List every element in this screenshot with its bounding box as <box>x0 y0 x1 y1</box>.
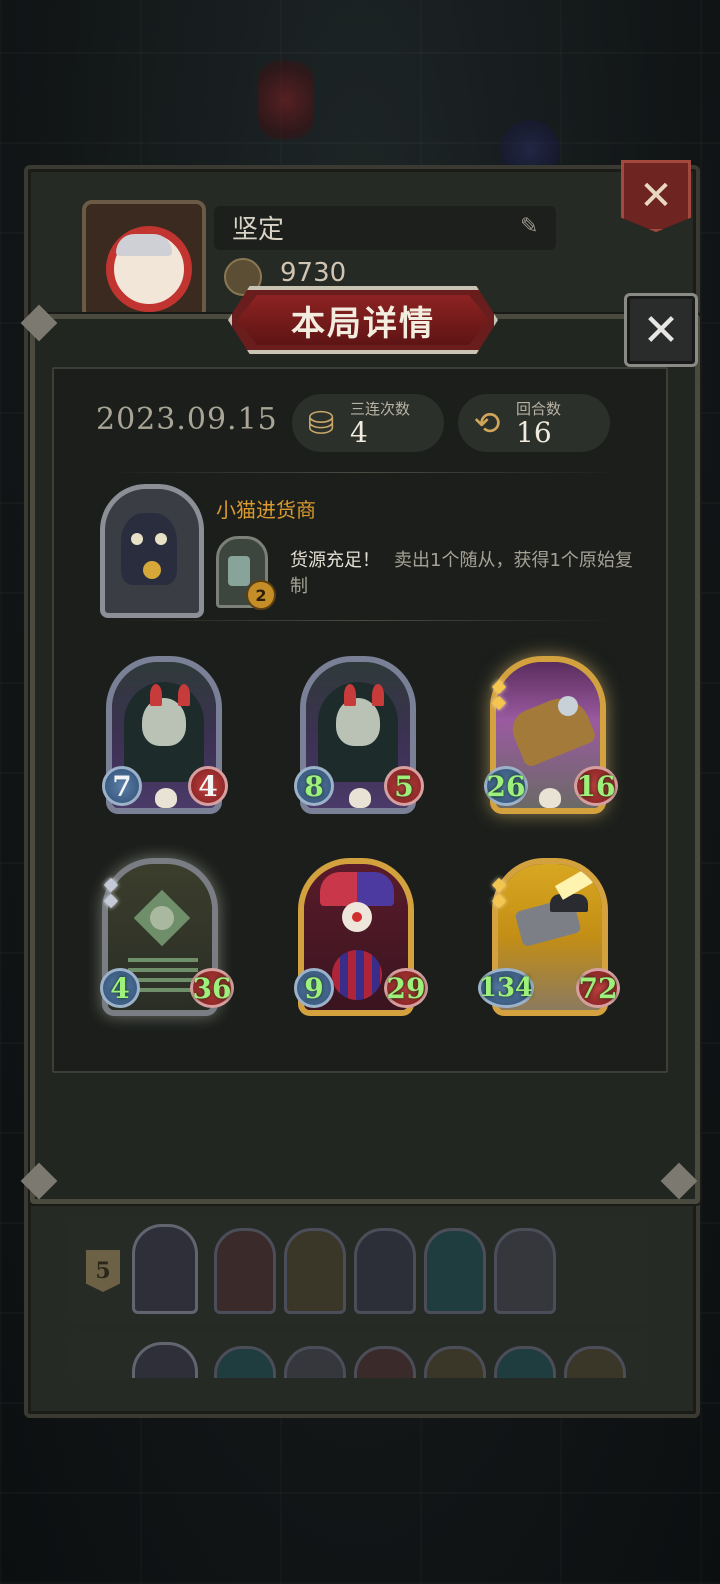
art-body <box>332 950 382 1000</box>
art-horn <box>344 684 356 706</box>
hero-name: 小猫进货商 <box>216 498 316 522</box>
history-minion <box>564 1346 626 1378</box>
attack-badge: 134 <box>478 968 534 1008</box>
history-minion <box>214 1228 276 1314</box>
history-minion <box>284 1346 346 1378</box>
match-date: 2023.09.15 <box>96 402 278 437</box>
hero-power-title: 货源充足！ <box>290 550 380 571</box>
health-badge: 5 <box>384 766 424 806</box>
tier-badge: 5 <box>86 1250 120 1292</box>
hero-cat-eye <box>155 533 167 545</box>
attack-badge: 26 <box>484 766 528 806</box>
hero-power-description: 卖出1个随从，获得1个原始复 <box>394 550 633 571</box>
profile-close-button[interactable]: ✕ <box>621 160 691 232</box>
history-minion <box>354 1346 416 1378</box>
modal-close-button[interactable]: ✕ <box>624 293 698 367</box>
hero-cat-eye <box>131 533 143 545</box>
hero-portrait[interactable] <box>100 484 204 618</box>
player-name: 坚定 <box>232 215 285 245</box>
jar-icon <box>228 556 250 586</box>
art-gear <box>558 696 578 716</box>
history-minion <box>354 1228 416 1314</box>
art-horn <box>178 684 190 706</box>
player-avatar[interactable] <box>82 200 206 320</box>
player-coins: 9730 <box>280 258 347 288</box>
attack-badge: 4 <box>100 968 140 1008</box>
health-badge: 36 <box>190 968 234 1008</box>
triple-merge-icon: ⛁ <box>307 404 335 442</box>
history-row[interactable] <box>70 1334 648 1378</box>
stat-value: 16 <box>516 416 552 449</box>
art-horn <box>150 684 162 706</box>
attack-badge: 8 <box>294 766 334 806</box>
history-minion <box>424 1228 486 1314</box>
art-hat <box>320 872 394 906</box>
health-badge: 16 <box>574 766 618 806</box>
game-screen: ✕ 坚定 ✎ 9730 5 本局详情 ✕ 2023.09.15 ⛁ 三连次数 4… <box>0 0 720 1584</box>
divider <box>108 620 620 621</box>
history-minion <box>214 1346 276 1378</box>
stat-value: 4 <box>350 416 368 449</box>
history-hero-portrait <box>132 1224 198 1314</box>
history-row[interactable]: 5 <box>70 1216 648 1324</box>
history-minion <box>424 1346 486 1378</box>
art-nose <box>352 912 362 922</box>
skull-icon <box>539 788 561 808</box>
art-helmet <box>550 894 588 912</box>
background-lamp <box>258 60 314 140</box>
art-skull <box>150 906 174 930</box>
history-hero-portrait <box>132 1342 198 1378</box>
hero-power-description-cont: 制 <box>290 576 308 597</box>
hero-bell <box>143 561 161 579</box>
triple-count-stat: ⛁ 三连次数 4 <box>292 394 444 452</box>
avatar-hair <box>116 234 172 256</box>
skull-icon <box>349 788 371 808</box>
modal-title-ribbon: 本局详情 <box>228 286 498 354</box>
health-badge: 29 <box>384 968 428 1008</box>
attack-badge: 9 <box>294 968 334 1008</box>
health-badge: 72 <box>576 968 620 1008</box>
turn-cycle-icon: ⟲ <box>473 404 501 442</box>
hero-power-cost: 2 <box>246 580 276 610</box>
history-minion <box>494 1346 556 1378</box>
history-minion <box>284 1228 346 1314</box>
history-minion <box>494 1228 556 1314</box>
modal-title: 本局详情 <box>291 303 435 344</box>
edit-pencil-icon[interactable]: ✎ <box>520 214 546 240</box>
health-badge: 4 <box>188 766 228 806</box>
skull-icon <box>155 788 177 808</box>
art-train-body <box>506 689 598 769</box>
art-horn <box>372 684 384 706</box>
attack-badge: 7 <box>102 766 142 806</box>
divider <box>108 472 620 473</box>
turn-count-stat: ⟲ 回合数 16 <box>458 394 610 452</box>
